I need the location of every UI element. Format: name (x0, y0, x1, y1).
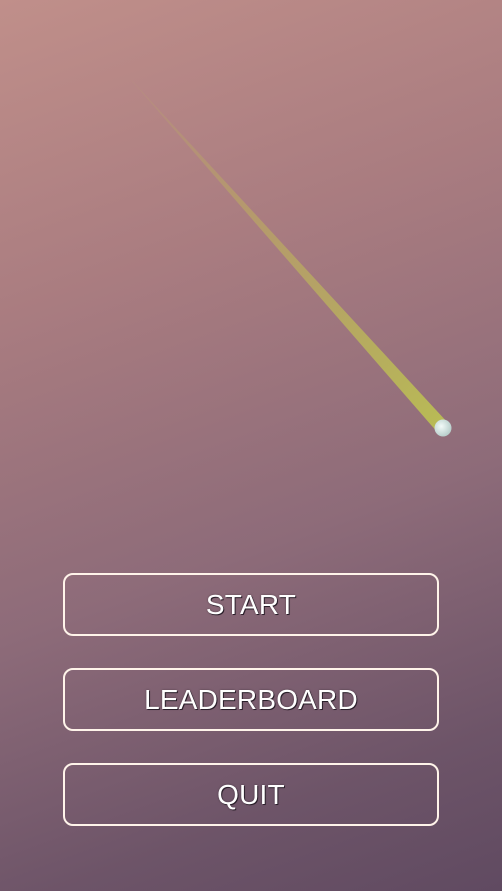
leaderboard-button[interactable]: LEADERBOARD (63, 668, 439, 731)
ball (434, 419, 452, 437)
main-menu: START LEADERBOARD QUIT (63, 573, 439, 858)
start-button[interactable]: START (63, 573, 439, 636)
comet-trail (125, 73, 448, 433)
quit-button[interactable]: QUIT (63, 763, 439, 826)
